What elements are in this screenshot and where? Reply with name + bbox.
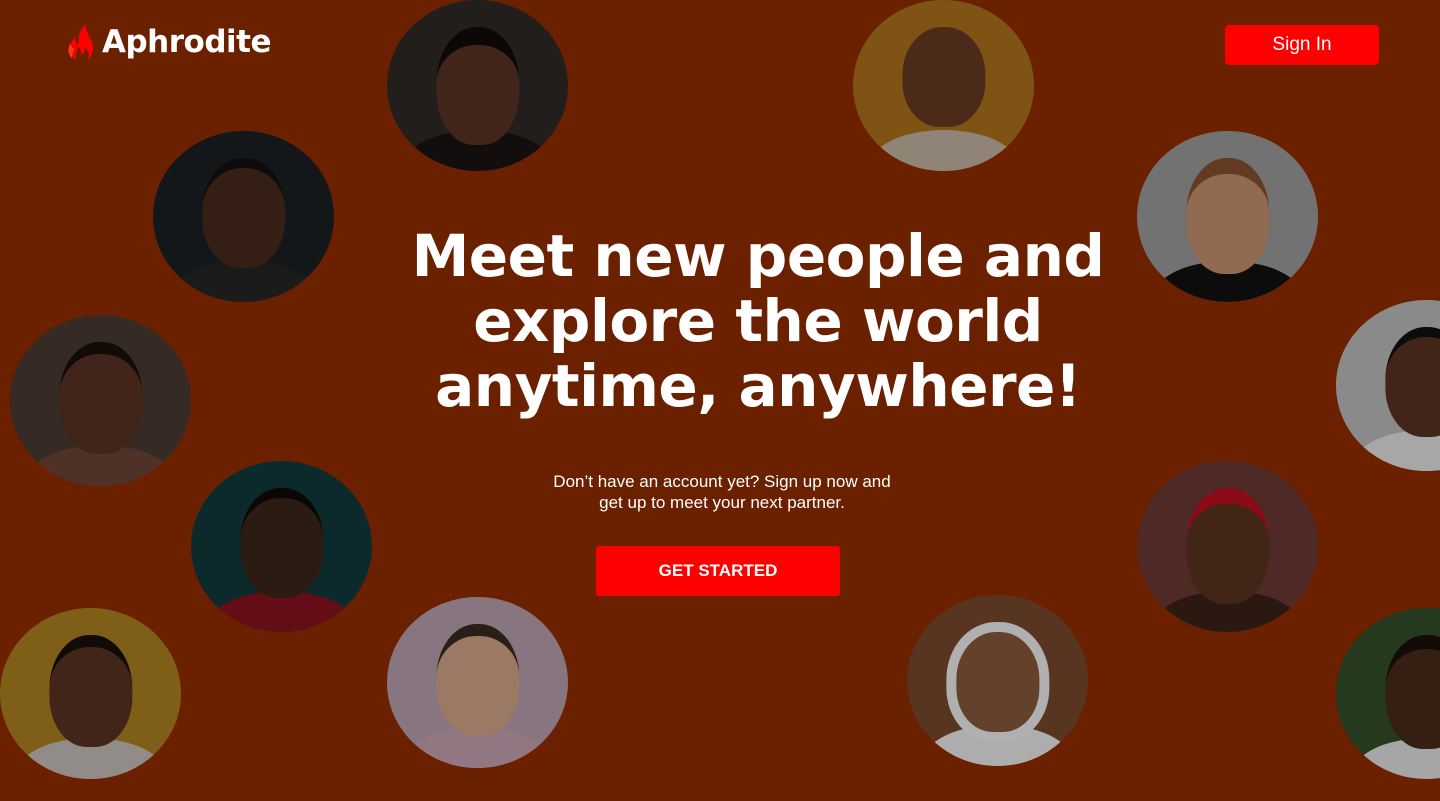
profile-photo [0, 608, 181, 779]
hero-line: anytime, anywhere! [435, 352, 1081, 420]
profile-photo [907, 595, 1088, 766]
profile-photo [853, 0, 1034, 171]
profile-photo [387, 597, 568, 768]
profile-photo [191, 461, 372, 632]
subtitle-line: get up to meet your next partner. [599, 493, 845, 512]
profile-photo [387, 0, 568, 171]
hero-line: Meet new people and [411, 222, 1105, 290]
hero-line: explore the world [473, 287, 1043, 355]
profile-photo [1137, 461, 1318, 632]
flame-icon [68, 24, 94, 60]
brand-logo[interactable]: Aphrodite [66, 22, 272, 62]
hero-subtitle: Don’t have an account yet? Sign up now a… [487, 471, 957, 513]
profile-photo [1336, 608, 1440, 779]
sign-in-button[interactable]: Sign In [1225, 25, 1379, 65]
get-started-button[interactable]: GET STARTED [596, 546, 840, 596]
hero-heading: Meet new people and explore the world an… [0, 224, 1440, 419]
brand-name: Aphrodite [102, 24, 272, 60]
subtitle-line: Don’t have an account yet? Sign up now a… [553, 472, 891, 491]
